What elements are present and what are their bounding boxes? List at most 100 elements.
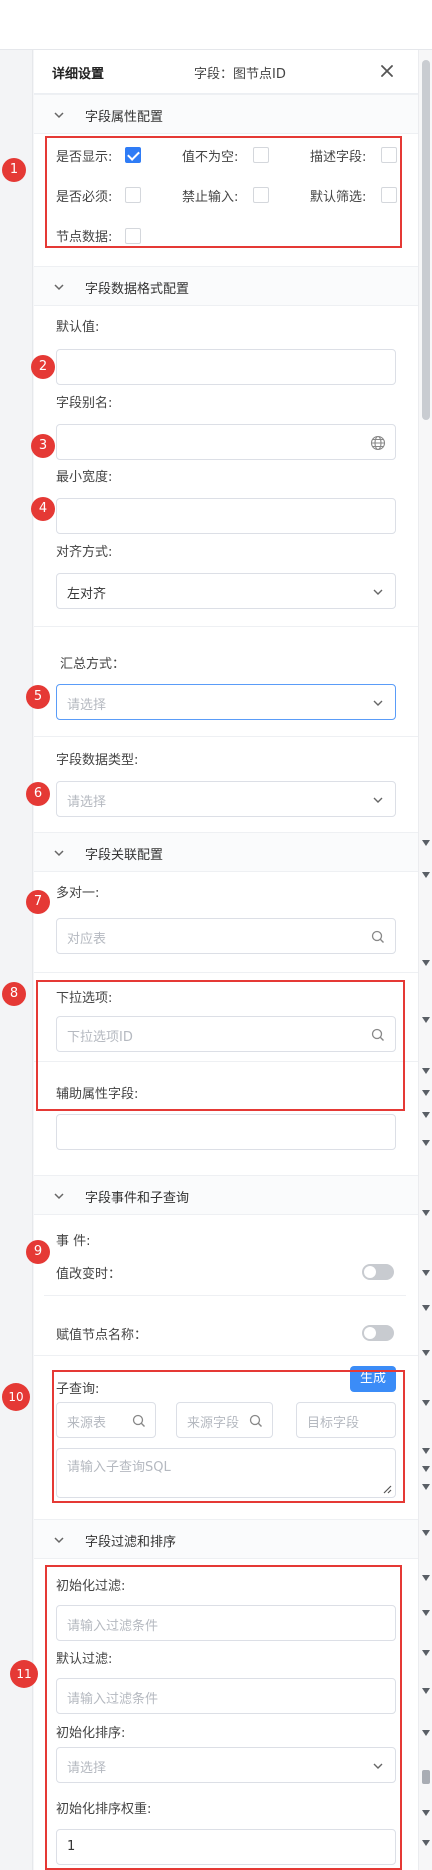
- data-type-select[interactable]: 请选择: [56, 781, 396, 817]
- marker-11: 11: [10, 1660, 38, 1688]
- chevron-down-icon: [54, 850, 64, 857]
- describe-checkbox[interactable]: [381, 147, 397, 163]
- many-to-one-input[interactable]: 对应表: [56, 918, 396, 954]
- marker-6: 6: [26, 782, 50, 806]
- default-value-input[interactable]: [56, 349, 396, 385]
- scroll-arrow-icon[interactable]: [422, 1400, 430, 1406]
- init-filter-input[interactable]: 请输入过滤条件: [56, 1605, 396, 1641]
- align-select[interactable]: 左对齐: [56, 573, 396, 609]
- scroll-arrow-icon[interactable]: [422, 1484, 430, 1490]
- panel-title: 详细设置: [52, 67, 105, 82]
- scroll-arrow-icon[interactable]: [422, 1840, 430, 1846]
- section-events-subquery[interactable]: 字段事件和子查询: [34, 1175, 418, 1215]
- scroll-arrow-icon[interactable]: [422, 1270, 430, 1276]
- init-filter-placeholder: 请输入过滤条件: [67, 1619, 159, 1634]
- init-sort-label: 初始化排序:: [56, 1726, 126, 1741]
- generate-button[interactable]: 生成: [350, 1366, 396, 1392]
- default-filter-input[interactable]: 请输入过滤条件: [56, 1678, 396, 1714]
- not-null-checkbox[interactable]: [253, 147, 269, 163]
- alias-input[interactable]: [56, 424, 396, 460]
- dropdown-label: 下拉选项:: [56, 991, 113, 1006]
- detail-settings-panel: 详细设置 字段：图节点ID 字段属性配置 是否显示: 值不为空: 描述字段: 是…: [34, 50, 418, 1870]
- top-bar: [0, 0, 432, 50]
- scrollbar-thumb[interactable]: [422, 60, 430, 420]
- subquery-sql-textarea[interactable]: 请输入子查询SQL: [56, 1448, 396, 1498]
- marker-1: 1: [2, 158, 26, 182]
- scroll-arrow-icon[interactable]: [422, 1305, 430, 1311]
- scrollbar[interactable]: [418, 50, 432, 1870]
- scroll-arrow-icon[interactable]: [422, 1350, 430, 1356]
- divider: [34, 972, 418, 973]
- scroll-arrow-icon[interactable]: [422, 840, 430, 846]
- node-data-checkbox[interactable]: [125, 228, 141, 244]
- target-field-input[interactable]: 目标字段: [296, 1402, 396, 1438]
- dropdown-input[interactable]: 下拉选项ID: [56, 1016, 396, 1052]
- default-filter-checkbox[interactable]: [381, 187, 397, 203]
- resize-handle-icon[interactable]: [382, 1484, 392, 1494]
- scroll-arrow-icon[interactable]: [422, 1090, 430, 1096]
- no-input-label: 禁止输入:: [182, 190, 239, 205]
- required-checkbox[interactable]: [125, 187, 141, 203]
- section-title: 字段事件和子查询: [85, 1191, 190, 1206]
- summary-select[interactable]: 请选择: [56, 684, 396, 720]
- chevron-down-icon: [54, 1537, 64, 1544]
- show-checkbox[interactable]: [125, 147, 141, 163]
- sort-weight-input[interactable]: 1: [56, 1829, 396, 1865]
- scroll-arrow-icon[interactable]: [422, 1068, 430, 1074]
- init-sort-select[interactable]: 请选择: [56, 1747, 396, 1783]
- section-attr-config[interactable]: 字段属性配置: [34, 94, 418, 134]
- scroll-arrow-icon[interactable]: [422, 1448, 430, 1454]
- section-filter-sort[interactable]: 字段过滤和排序: [34, 1519, 418, 1559]
- scroll-arrow-icon[interactable]: [422, 1140, 430, 1146]
- section-format-config[interactable]: 字段数据格式配置: [34, 266, 418, 306]
- field-name-label: 字段：图节点ID: [194, 67, 286, 82]
- chevron-down-icon: [373, 1763, 383, 1769]
- scroll-arrow-icon[interactable]: [422, 1610, 430, 1616]
- min-width-input[interactable]: [56, 498, 396, 534]
- data-type-label: 字段数据类型:: [56, 753, 139, 768]
- search-icon[interactable]: [248, 1413, 264, 1429]
- divider: [34, 1061, 418, 1062]
- scroll-arrow-icon[interactable]: [422, 1810, 430, 1816]
- divider: [34, 626, 418, 627]
- scroll-arrow-icon[interactable]: [422, 872, 430, 878]
- chevron-down-icon: [373, 700, 383, 706]
- chevron-down-icon: [373, 589, 383, 595]
- scroll-arrow-icon[interactable]: [422, 1688, 430, 1694]
- no-input-checkbox[interactable]: [253, 187, 269, 203]
- describe-label: 描述字段:: [310, 150, 367, 165]
- divider: [44, 1295, 406, 1296]
- search-icon[interactable]: [131, 1413, 147, 1429]
- scroll-arrow-icon[interactable]: [422, 1575, 430, 1581]
- search-icon[interactable]: [370, 1027, 386, 1043]
- scroll-arrow-icon[interactable]: [422, 1210, 430, 1216]
- close-icon[interactable]: [376, 60, 398, 82]
- align-label: 对齐方式:: [56, 545, 113, 560]
- section-relation-config[interactable]: 字段关联配置: [34, 832, 418, 872]
- source-table-input[interactable]: 来源表: [56, 1402, 156, 1438]
- scroll-arrow-icon[interactable]: [422, 1017, 430, 1023]
- section-title: 字段过滤和排序: [85, 1535, 177, 1550]
- default-value-label: 默认值:: [56, 320, 100, 335]
- aux-attr-input[interactable]: [56, 1114, 396, 1150]
- data-type-placeholder: 请选择: [67, 795, 107, 810]
- default-filter-label: 默认筛选:: [310, 190, 367, 205]
- target-field-placeholder: 目标字段: [307, 1416, 360, 1431]
- scroll-arrow-icon[interactable]: [422, 960, 430, 966]
- source-field-placeholder: 来源字段: [187, 1416, 240, 1431]
- source-field-input[interactable]: 来源字段: [176, 1402, 273, 1438]
- scroll-arrow-icon[interactable]: [422, 1650, 430, 1656]
- search-icon[interactable]: [370, 929, 386, 945]
- assign-name-label: 赋值节点名称：: [56, 1328, 148, 1343]
- scroll-arrow-icon[interactable]: [422, 1466, 430, 1472]
- on-change-toggle[interactable]: [362, 1264, 394, 1280]
- scroll-arrow-icon[interactable]: [422, 1530, 430, 1536]
- globe-icon[interactable]: [370, 435, 386, 451]
- scrollbar-thumb-secondary[interactable]: [422, 1770, 430, 1784]
- align-value: 左对齐: [67, 587, 107, 602]
- scroll-arrow-icon[interactable]: [422, 1730, 430, 1736]
- section-title: 字段关联配置: [85, 848, 164, 863]
- assign-name-toggle[interactable]: [362, 1325, 394, 1341]
- not-null-label: 值不为空:: [182, 150, 239, 165]
- scroll-arrow-icon[interactable]: [422, 1112, 430, 1118]
